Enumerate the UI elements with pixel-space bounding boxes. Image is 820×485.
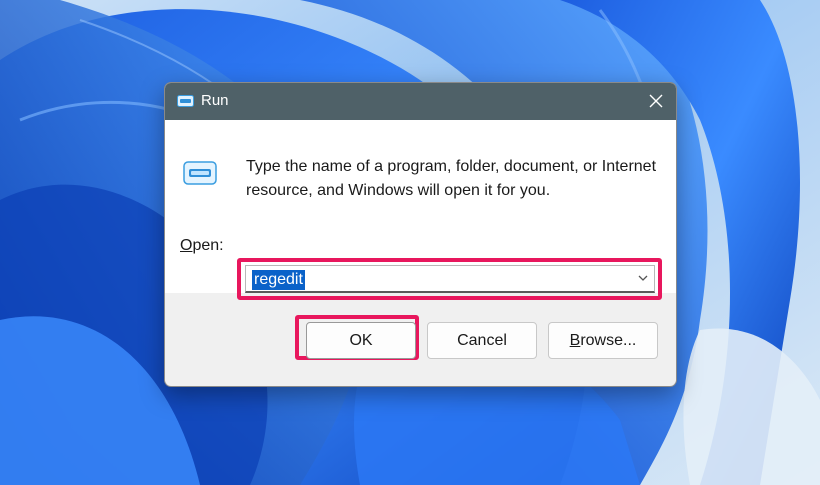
window-title: Run: [201, 92, 229, 109]
close-button[interactable]: [642, 87, 670, 115]
browse-button[interactable]: Browse...: [548, 322, 658, 359]
close-icon: [649, 94, 663, 108]
open-label: Open:: [180, 237, 224, 254]
run-icon: [177, 95, 194, 107]
dialog-content: Type the name of a program, folder, docu…: [165, 120, 676, 300]
open-combobox[interactable]: regedit: [245, 265, 655, 293]
title-bar[interactable]: Run: [165, 83, 676, 120]
open-input-value[interactable]: regedit: [252, 270, 305, 290]
dialog-description: Type the name of a program, folder, docu…: [246, 158, 657, 199]
cancel-button[interactable]: Cancel: [427, 322, 537, 359]
run-dialog: Run Type the name of a program, folder, …: [164, 82, 677, 387]
run-icon: [183, 161, 217, 185]
chevron-down-icon[interactable]: [638, 275, 648, 282]
ok-button[interactable]: OK: [306, 322, 416, 359]
